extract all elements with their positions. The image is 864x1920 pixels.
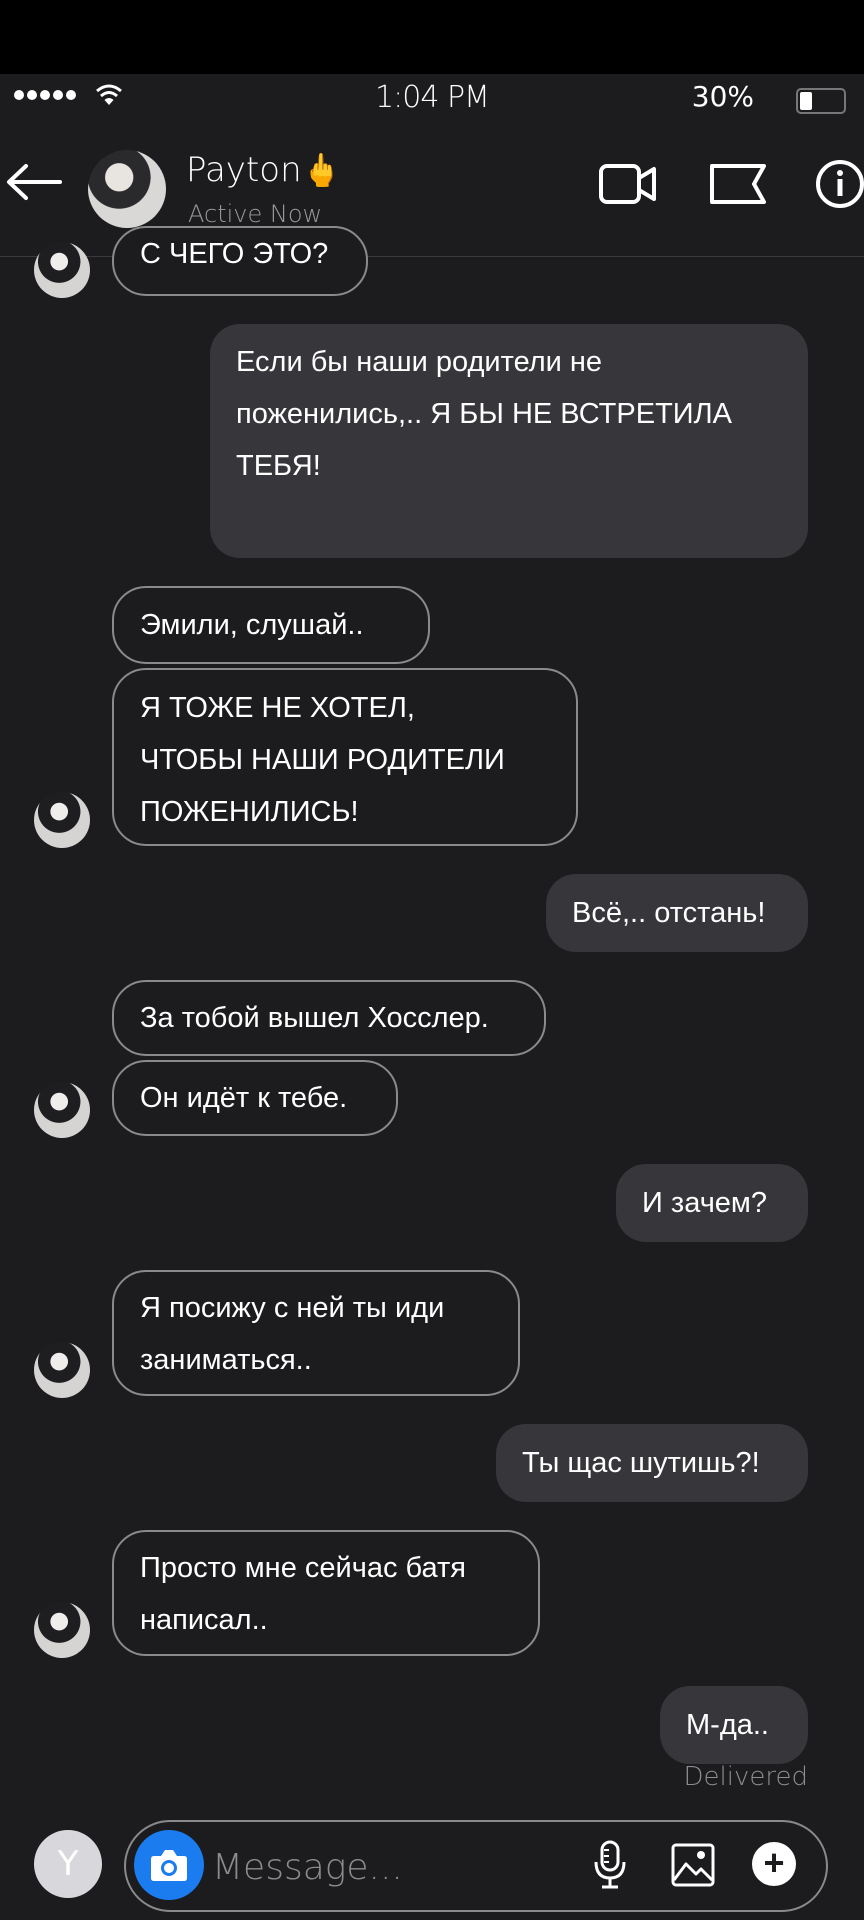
battery-percentage: 30% xyxy=(691,80,754,113)
delivered-status: Delivered xyxy=(683,1762,808,1792)
back-arrow-icon[interactable] xyxy=(4,162,64,202)
battery-icon xyxy=(796,88,846,114)
message-bubble-outgoing: М-да.. xyxy=(660,1686,808,1764)
contact-name-row[interactable]: Payton🖕 xyxy=(186,150,341,190)
camera-icon xyxy=(151,1850,187,1881)
my-avatar: Y xyxy=(34,1830,102,1898)
plus-icon[interactable]: + xyxy=(752,1842,796,1886)
message-bubble-outgoing: Ты щас шутишь?! xyxy=(496,1424,808,1502)
contact-message-avatar xyxy=(34,1082,90,1138)
contact-name: Payton xyxy=(186,150,302,190)
camera-button[interactable] xyxy=(134,1830,204,1900)
message-bubble-outgoing: И зачем? xyxy=(616,1164,808,1242)
message-bubble-incoming: Он идёт к тебе. xyxy=(112,1060,398,1136)
flag-icon[interactable] xyxy=(708,158,768,210)
message-bubble-incoming: Просто мне сейчас батя написал.. xyxy=(112,1530,540,1656)
message-bubble-incoming: Эмили, слушай.. xyxy=(112,586,430,664)
contact-message-avatar xyxy=(34,792,90,848)
contact-message-avatar xyxy=(34,1602,90,1658)
message-input[interactable] xyxy=(210,1838,574,1896)
image-icon[interactable] xyxy=(670,1842,716,1888)
message-bubble-incoming: С ЧЕГО ЭТО? xyxy=(112,226,368,296)
top-black-bar xyxy=(0,0,864,74)
message-bubble-outgoing: Всё,.. отстань! xyxy=(546,874,808,952)
status-bar: 1:04 PM 30% xyxy=(0,74,864,120)
contact-avatar[interactable] xyxy=(88,150,166,228)
contact-status: Active Now xyxy=(188,200,323,228)
info-icon[interactable] xyxy=(810,158,864,210)
video-call-icon[interactable] xyxy=(598,158,658,210)
message-bubble-incoming: За тобой вышел Хосслер. xyxy=(112,980,546,1056)
name-emoji: 🖕 xyxy=(301,151,342,189)
message-bubble-incoming: Я ТОЖЕ НЕ ХОТЕЛ, ЧТОБЫ НАШИ РОДИТЕЛИ ПОЖ… xyxy=(112,668,578,846)
contact-message-avatar xyxy=(34,242,90,298)
message-bubble-incoming: Я посижу с ней ты иди заниматься.. xyxy=(112,1270,520,1396)
contact-message-avatar xyxy=(34,1342,90,1398)
microphone-icon[interactable] xyxy=(590,1840,630,1890)
message-bubble-outgoing: Если бы наши родители не поженились,.. Я… xyxy=(210,324,808,558)
